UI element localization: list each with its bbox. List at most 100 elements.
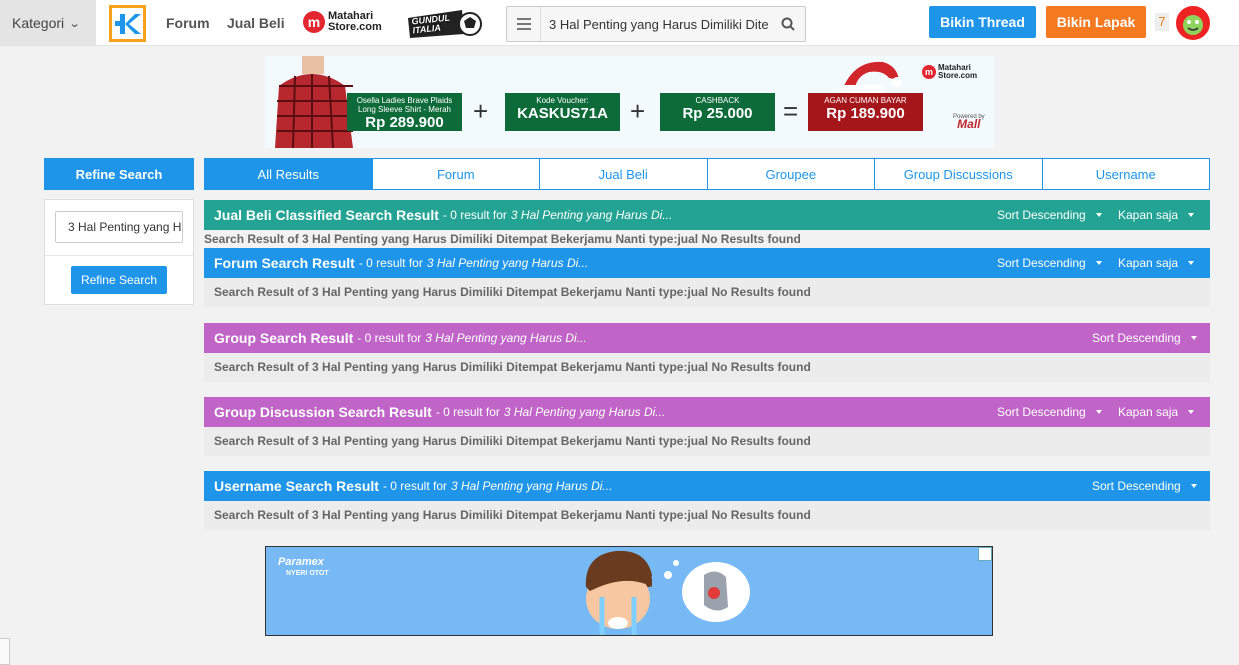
section-body: Search Result of 3 Hal Penting yang Haru… [204,353,1210,382]
sort-dropdown[interactable]: Sort Descending [1092,331,1197,345]
caret-down-icon [1188,261,1195,265]
sort-dropdown[interactable]: Sort Descending [997,208,1102,222]
time-dropdown[interactable]: Kapan saja [1118,256,1195,270]
banner-product-price: Rp 289.900 [365,114,444,131]
kaskus-k-icon [114,13,141,34]
forum-result-section: Forum Search Result - 0 result for 3 Hal… [204,248,1210,307]
santa-hat-icon [839,61,902,93]
ad-brand: Paramex [278,556,324,568]
nav-forum-link[interactable]: Forum [166,15,210,31]
search-icon[interactable] [771,7,805,41]
sort-dropdown[interactable]: Sort Descending [1092,479,1197,493]
refine-search-button[interactable]: Refine Search [71,266,167,294]
section-query: 3 Hal Penting yang Harus Di... [451,479,613,493]
banner-final-price: Rp 189.900 [826,105,905,122]
banner-voucher-box: Kode Voucher: KASKUS71A [505,93,620,131]
banner-mall-text: Mall [957,117,981,131]
section-header: Forum Search Result - 0 result for 3 Hal… [204,248,1210,278]
section-header: Jual Beli Classified Search Result - 0 r… [204,200,1210,230]
time-label: Kapan saja [1118,256,1179,270]
banner-mall-logo: Powered by Mall [953,114,985,131]
banner-final-caption: AGAN CUMAN BAYAR [824,96,907,105]
jual-beli-result-section: Jual Beli Classified Search Result - 0 r… [204,200,1210,246]
time-dropdown[interactable]: Kapan saja [1118,208,1195,222]
ad-tagline: NYERI OTOT [286,570,329,577]
section-body: Search Result of 3 Hal Penting yang Haru… [204,501,1210,530]
time-dropdown[interactable]: Kapan saja [1118,405,1195,419]
notification-badge[interactable]: 7 [1155,13,1169,31]
banner-cashback-value: Rp 25.000 [682,105,753,122]
tab-all-results[interactable]: All Results [205,159,372,189]
sort-label: Sort Descending [1092,479,1181,493]
user-avatar[interactable] [1176,6,1210,40]
search-input[interactable] [543,9,769,39]
section-query: 3 Hal Penting yang Harus Di... [425,331,587,345]
matahari-logo-text: Matahari Store.com [328,10,382,33]
search-menu-icon[interactable] [507,7,541,41]
time-label: Kapan saja [1118,208,1179,222]
ad-brand-logo: Paramex NYERI OTOT [278,557,329,579]
section-count: - 0 result for [442,208,507,222]
tab-group-discussions[interactable]: Group Discussions [874,159,1042,189]
group-discussion-result-section: Group Discussion Search Result - 0 resul… [204,397,1210,456]
promo-banner[interactable]: Osella Ladies Brave Plaids Long Sleeve S… [265,56,994,148]
section-query: 3 Hal Penting yang Harus Di... [426,256,589,270]
nav-jual-beli-link[interactable]: Jual Beli [227,15,285,31]
username-result-section: Username Search Result - 0 result for 3 … [204,471,1210,530]
section-header: Group Discussion Search Result - 0 resul… [204,397,1210,427]
section-count: - 0 result for [382,479,447,493]
model-shirt-image [265,56,360,148]
paramex-ad-banner[interactable]: Paramex NYERI OTOT [265,546,993,636]
banner-plus-sign: + [473,96,489,126]
section-body: Search Result of 3 Hal Penting yang Haru… [204,232,801,246]
search-bar [506,6,806,42]
bikin-lapak-button[interactable]: Bikin Lapak [1046,6,1146,38]
section-query: 3 Hal Penting yang Harus Di... [503,405,666,419]
matahari-m-icon: m [303,11,325,33]
kategori-label: Kategori [12,15,65,31]
banner-voucher-code: KASKUS71A [517,105,608,122]
sort-dropdown[interactable]: Sort Descending [997,405,1102,419]
banner-equals-sign: = [783,96,799,126]
banner-plus-sign-2: + [630,96,646,126]
section-query: 3 Hal Penting yang Harus Di... [510,208,673,222]
banner-store-name: Matahari Store.com [938,63,978,80]
caret-down-icon [1095,261,1102,265]
caret-down-icon [1095,213,1102,217]
gundul-italia-logo[interactable]: GUNDUL ITALIA [406,8,482,40]
group-result-section: Group Search Result - 0 result for 3 Hal… [204,323,1210,382]
kaskus-logo[interactable] [109,5,146,42]
section-title: Group Discussion Search Result [214,404,432,420]
top-navigation-bar: Kategori ⌄ Forum Jual Beli m Matahari St… [0,0,1239,46]
bikin-thread-button[interactable]: Bikin Thread [929,6,1036,38]
section-count: - 0 result for [358,256,423,270]
caret-down-icon [1188,410,1195,414]
sort-label: Sort Descending [997,256,1086,270]
tab-username[interactable]: Username [1041,159,1210,189]
banner-product-box: Osella Ladies Brave Plaids Long Sleeve S… [347,93,462,131]
section-title: Group Search Result [214,330,354,346]
tab-jual-beli[interactable]: Jual Beli [539,159,707,189]
adchoices-icon[interactable] [978,547,992,561]
refine-search-panel: Refine Search [44,199,194,305]
sort-label: Sort Descending [1092,331,1181,345]
section-title: Forum Search Result [214,255,355,271]
section-count: - 0 result for [435,405,500,419]
tab-groupee[interactable]: Groupee [706,159,875,189]
result-tabs: All Results Forum Jual Beli Groupee Grou… [204,158,1210,190]
caret-down-icon [1188,213,1195,217]
caret-down-icon [1190,336,1197,340]
sort-dropdown[interactable]: Sort Descending [997,256,1102,270]
avatar-face-icon [1178,8,1208,38]
section-title: Username Search Result [214,478,379,494]
chevron-down-icon: ⌄ [68,17,81,30]
caret-down-icon [1190,484,1197,488]
tab-forum[interactable]: Forum [371,159,540,189]
sort-label: Sort Descending [997,405,1086,419]
refine-search-input[interactable] [55,211,183,243]
matahari-store-logo[interactable]: m Matahari Store.com [303,11,390,33]
section-body: Search Result of 3 Hal Penting yang Haru… [204,278,1210,307]
banner-matahari-m-icon: m [922,65,936,79]
kategori-dropdown[interactable]: Kategori ⌄ [0,0,96,46]
refine-divider [45,255,193,256]
